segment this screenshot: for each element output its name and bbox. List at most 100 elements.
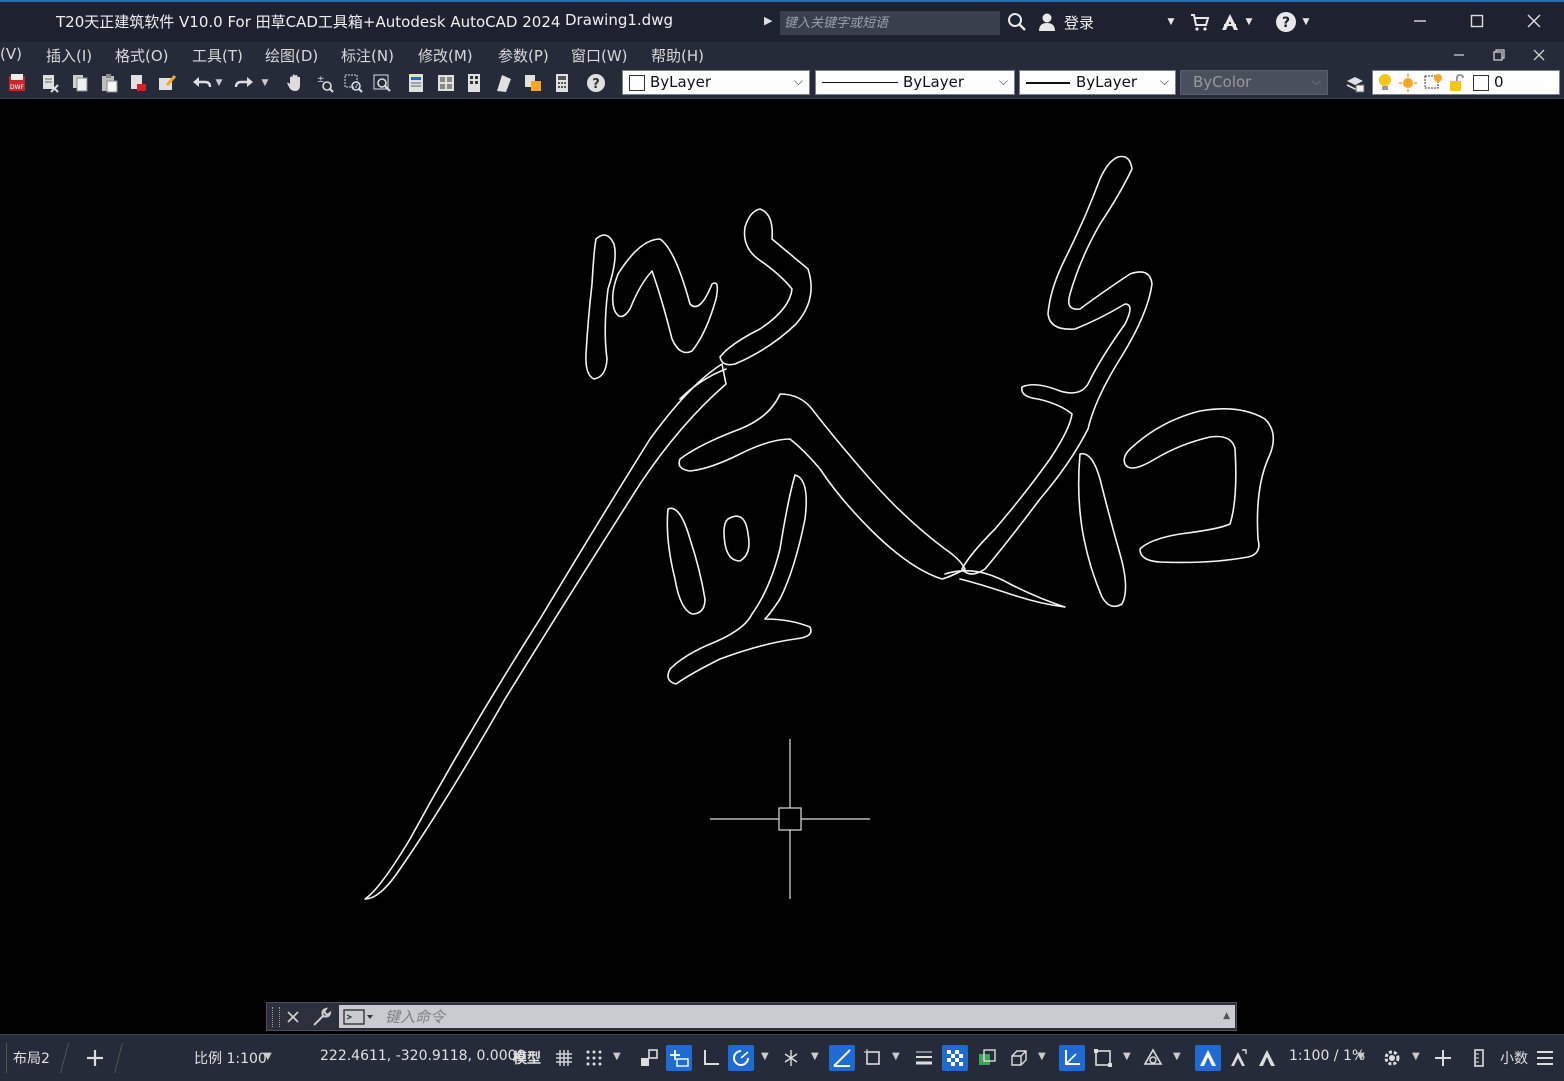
annotation-monitor-icon[interactable] (1430, 1045, 1456, 1071)
calculator-icon[interactable] (550, 72, 574, 94)
lineweight-display-icon[interactable] (911, 1045, 937, 1071)
paste-icon[interactable] (97, 72, 121, 94)
linetype-combo[interactable]: ByLayer ⌵ (815, 70, 1015, 95)
toolbar-help-icon[interactable]: ? (584, 72, 608, 94)
search-input[interactable] (780, 11, 1000, 35)
units-icon[interactable] (1466, 1045, 1492, 1071)
selection-filter-icon[interactable] (1090, 1045, 1116, 1071)
infer-constraints-icon[interactable] (636, 1045, 662, 1071)
dynamic-input-icon[interactable] (666, 1045, 692, 1071)
command-line-grip[interactable] (272, 1007, 280, 1027)
cart-icon[interactable] (1188, 10, 1212, 34)
zoom-window-icon[interactable] (341, 72, 365, 94)
coordinates-readout[interactable]: 222.4611, -320.9118, 0.0000 (320, 1048, 525, 1064)
menu-view[interactable]: (V) (0, 45, 22, 63)
minimize-icon[interactable] (1400, 6, 1440, 36)
command-expand-icon[interactable]: ▲ (1223, 1011, 1230, 1021)
command-input[interactable] (339, 1005, 1235, 1028)
help-icon[interactable]: ? (1274, 10, 1298, 34)
match-properties-icon[interactable] (126, 72, 150, 94)
cut-icon[interactable] (38, 72, 62, 94)
redo-dropdown-icon[interactable]: ▼ (258, 72, 272, 94)
selection-filter-dropdown-icon[interactable]: ▼ (1123, 1051, 1131, 1062)
lineweight-combo[interactable]: ByLayer ⌵ (1019, 70, 1176, 95)
menu-modify[interactable]: 修改(M) (418, 45, 473, 66)
autodesk-dropdown-icon[interactable]: ▼ (1244, 14, 1254, 30)
command-customize-icon[interactable] (311, 1006, 333, 1032)
block-editor-icon[interactable] (155, 72, 179, 94)
menu-draw[interactable]: 绘图(D) (265, 45, 318, 66)
auto-scale-icon[interactable] (1225, 1045, 1251, 1071)
layer-properties-icon[interactable] (1343, 72, 1367, 94)
doc-restore-icon[interactable] (1484, 44, 1514, 66)
menu-help[interactable]: 帮助(H) (651, 45, 704, 66)
annotation-scale-icon[interactable] (1254, 1045, 1280, 1071)
object-snap-icon[interactable] (860, 1045, 886, 1071)
properties-palette-icon[interactable] (404, 72, 428, 94)
snap-mode-icon[interactable] (581, 1045, 607, 1071)
autodesk-icon[interactable] (1218, 10, 1242, 34)
ortho-mode-icon[interactable] (698, 1045, 724, 1071)
layer-combo[interactable]: 0 (1372, 70, 1560, 95)
3dosnap-dropdown-icon[interactable]: ▼ (1038, 1051, 1046, 1062)
object-snap-tracking-icon[interactable] (829, 1045, 855, 1071)
gizmo-icon[interactable] (1140, 1045, 1166, 1071)
undo-dropdown-icon[interactable]: ▼ (212, 72, 226, 94)
workspace-dropdown-icon[interactable]: ▼ (1412, 1051, 1420, 1062)
polar-dropdown-icon[interactable]: ▼ (761, 1051, 769, 1062)
osnap-dropdown-icon[interactable]: ▼ (892, 1051, 900, 1062)
scale-dropdown-icon[interactable]: ▼ (264, 1051, 272, 1062)
command-close-icon[interactable] (283, 1006, 303, 1032)
color-combo[interactable]: ByLayer ⌵ (622, 70, 810, 95)
grid-icon[interactable] (551, 1045, 577, 1071)
scale-label[interactable]: 比例 1:100 (194, 1048, 267, 1068)
3d-object-snap-icon[interactable] (1006, 1045, 1032, 1071)
undo-icon[interactable] (190, 72, 214, 94)
help-dropdown-icon[interactable]: ▼ (1301, 14, 1311, 30)
close-icon[interactable] (1514, 6, 1554, 36)
login-link[interactable]: 登录 (1064, 12, 1094, 33)
menu-format[interactable]: 格式(O) (115, 45, 169, 66)
annotation-scale-value[interactable]: 1:100 / 1% (1289, 1048, 1365, 1064)
workspace-gear-icon[interactable] (1379, 1045, 1405, 1071)
copy-icon[interactable] (68, 72, 92, 94)
tool-palettes-icon[interactable] (463, 72, 487, 94)
isodraft-icon[interactable] (778, 1045, 804, 1071)
design-center-icon[interactable] (434, 72, 458, 94)
markup-icon[interactable] (521, 72, 545, 94)
menu-dimension[interactable]: 标注(N) (341, 45, 394, 66)
redo-icon[interactable] (232, 72, 256, 94)
doc-close-icon[interactable] (1524, 44, 1554, 66)
pan-hand-icon[interactable] (283, 72, 307, 94)
menu-window[interactable]: 窗口(W) (571, 45, 628, 66)
command-history-icon[interactable] (343, 1008, 377, 1030)
dwf-publish-icon[interactable]: DWF (5, 72, 29, 94)
model-space-toggle[interactable]: 模型 (513, 1048, 541, 1068)
layout-tab[interactable]: 布局2 (13, 1048, 50, 1068)
zoom-realtime-icon[interactable]: ± (312, 72, 336, 94)
menu-parameter[interactable]: 参数(P) (498, 45, 549, 66)
maximize-icon[interactable] (1457, 6, 1497, 36)
doc-minimize-icon[interactable] (1444, 44, 1474, 66)
dynamic-ucs-icon[interactable] (1059, 1045, 1085, 1071)
gizmo-dropdown-icon[interactable]: ▼ (1173, 1051, 1181, 1062)
isodraft-dropdown-icon[interactable]: ▼ (811, 1051, 819, 1062)
user-icon[interactable] (1036, 10, 1058, 34)
sheet-set-icon[interactable] (492, 72, 516, 94)
annotation-scale-dropdown-icon[interactable]: ▼ (1357, 1051, 1365, 1062)
add-layout-icon[interactable] (82, 1045, 108, 1071)
customization-menu-icon[interactable] (1532, 1045, 1558, 1071)
annotation-visibility-icon[interactable] (1195, 1045, 1221, 1071)
menu-insert[interactable]: 插入(I) (46, 45, 92, 66)
transparency-icon[interactable] (942, 1045, 968, 1071)
snap-dropdown-icon[interactable]: ▼ (613, 1051, 621, 1062)
zoom-previous-icon[interactable] (370, 72, 394, 94)
selection-cycling-icon[interactable] (974, 1045, 1000, 1071)
menu-tools[interactable]: 工具(T) (192, 45, 243, 66)
drawing-canvas[interactable] (0, 99, 1564, 1034)
search-expand-icon[interactable]: ▶ (764, 14, 772, 27)
login-dropdown-icon[interactable]: ▼ (1164, 14, 1178, 30)
search-icon[interactable] (1006, 10, 1028, 34)
polar-tracking-icon[interactable] (728, 1045, 754, 1071)
units-label[interactable]: 小数 (1500, 1048, 1528, 1068)
